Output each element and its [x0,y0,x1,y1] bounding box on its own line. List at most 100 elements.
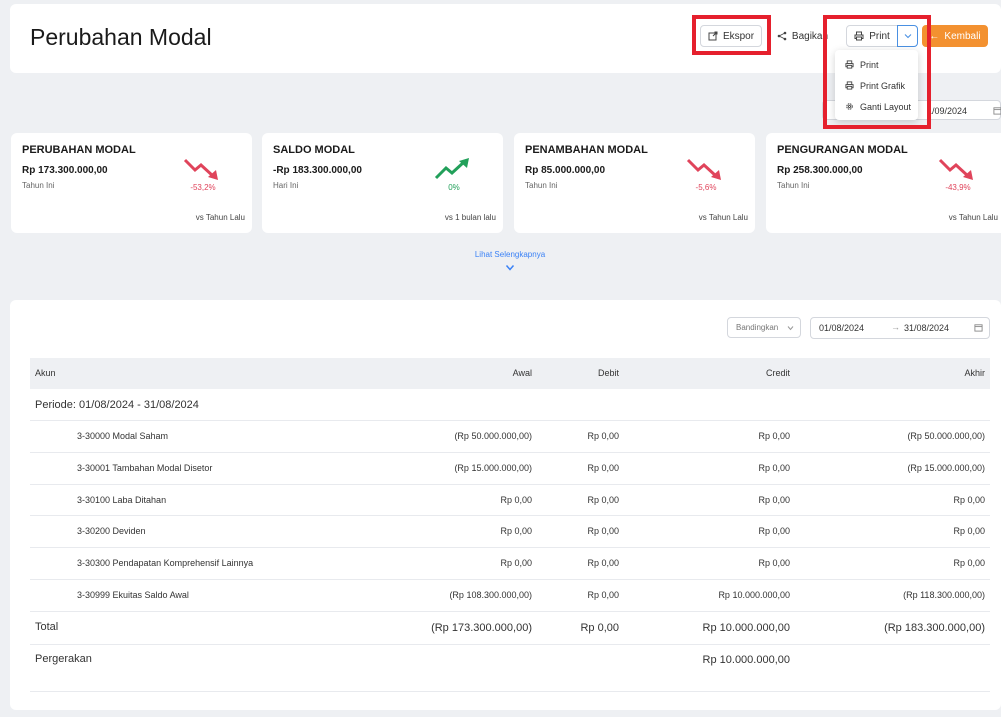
card-title: PENAMBAHAN MODAL [525,144,648,156]
total-row: Total (Rp 173.300.000,00) Rp 0,00 Rp 10.… [30,612,990,645]
printer-icon [845,60,854,69]
account-name[interactable]: 3-30100 Laba Ditahan [77,495,166,505]
page-title: Perubahan Modal [30,24,212,50]
account-name[interactable]: 3-30200 Deviden [77,526,146,536]
cell-akhir: (Rp 118.300.000,00) [903,590,985,600]
cell-credit: Rp 10.000.000,00 [718,590,790,600]
card-value: Rp 258.300.000,00 [777,165,863,176]
cell-akhir: Rp 0,00 [953,558,985,568]
calendar-icon [993,107,1001,115]
cell-awal: (Rp 15.000.000,00) [454,463,532,473]
total-akhir: (Rp 183.300.000,00) [884,622,985,634]
card-compare: vs Tahun Lalu [698,213,748,222]
total-debit: Rp 0,00 [580,622,619,634]
back-button[interactable]: ← Kembali [922,25,988,47]
cell-credit: Rp 0,00 [758,558,790,568]
cell-akhir: Rp 0,00 [953,526,985,536]
share-button[interactable]: Bagikan [769,25,836,47]
card-period: Tahun Ini [22,181,55,190]
date-range-picker[interactable]: 01/08/2024 → 31/08/2024 [810,317,990,339]
account-name[interactable]: 3-30000 Modal Saham [77,431,168,441]
date-to: 31/08/2024 [904,323,950,333]
column-header-credit: Credit [765,368,790,378]
trend-up-icon [434,158,469,180]
movement-credit: Rp 10.000.000,00 [702,654,790,666]
printer-icon [854,31,864,41]
summary-card-penambahan-modal: PENAMBAHAN MODAL Rp 85.000.000,00 Tahun … [514,133,755,233]
account-name[interactable]: 3-30300 Pendapatan Komprehensif Lainnya [77,558,253,568]
back-label: Kembali [944,30,981,42]
summary-card-pengurangan-modal: PENGURANGAN MODAL Rp 258.300.000,00 Tahu… [766,133,1001,233]
cell-debit: Rp 0,00 [587,526,619,536]
table-row: 3-30999 Ekuitas Saldo Awal (Rp 108.300.0… [30,580,990,612]
total-label: Total [35,621,59,633]
cell-awal: (Rp 50.000.000,00) [454,431,532,441]
export-icon [708,31,718,41]
see-more-link[interactable]: Lihat Selengkapnya [450,250,570,259]
chevron-down-icon [904,34,911,39]
movement-row: Pergerakan Rp 10.000.000,00 [30,645,990,692]
card-period: Tahun Ini [525,181,558,190]
period-label: Periode: 01/08/2024 - 31/08/2024 [35,399,199,411]
summary-card-perubahan-modal: PERUBAHAN MODAL Rp 173.300.000,00 Tahun … [11,133,252,233]
chevron-down-icon[interactable] [505,264,515,272]
movement-label: Pergerakan [35,653,92,665]
card-compare: vs Tahun Lalu [195,213,245,222]
table-row: 3-30200 Deviden Rp 0,00 Rp 0,00 Rp 0,00 … [30,516,990,548]
menu-item-print-chart[interactable]: Print Grafik [835,75,918,96]
card-title: PENGURANGAN MODAL [777,144,908,156]
menu-item-label: Print Grafik [860,80,906,91]
card-value: Rp 173.300.000,00 [22,165,108,176]
print-dropdown-toggle[interactable] [897,25,918,47]
table-row: 3-30001 Tambahan Modal Disetor (Rp 15.00… [30,453,990,485]
print-label: Print [869,30,890,42]
card-value: Rp 85.000.000,00 [525,165,606,176]
cell-credit: Rp 0,00 [758,526,790,536]
printer-icon [845,81,854,90]
report-date-value: 1/09/2024 [927,106,968,116]
cell-debit: Rp 0,00 [587,463,619,473]
card-title: PERUBAHAN MODAL [22,144,136,156]
compare-placeholder: Bandingkan [736,323,779,332]
period-row: Periode: 01/08/2024 - 31/08/2024 [30,389,990,421]
card-change: -53,2% [190,183,216,192]
export-label: Ekspor [722,30,755,42]
table-row: 3-30300 Pendapatan Komprehensif Lainnya … [30,548,990,580]
cell-credit: Rp 0,00 [758,495,790,505]
calendar-icon [974,324,983,332]
arrow-left-icon: ← [929,30,940,42]
column-header-akhir: Akhir [964,368,985,378]
cell-awal: Rp 0,00 [500,495,532,505]
menu-item-label: Print [860,59,879,70]
cell-awal: (Rp 108.300.000,00) [449,590,532,600]
card-change: -43,9% [945,183,971,192]
menu-item-change-layout[interactable]: Ganti Layout [835,96,918,117]
share-label: Bagikan [791,30,829,42]
column-header-debit: Debit [597,368,619,378]
card-change: -5,6% [695,183,717,192]
menu-item-print[interactable]: Print [835,54,918,75]
table-header: Akun Awal Debit Credit Akhir [30,358,990,389]
card-compare: vs 1 bulan lalu [444,213,496,222]
gear-icon [846,103,853,110]
account-name[interactable]: 3-30001 Tambahan Modal Disetor [77,463,212,473]
chevron-down-icon [787,326,794,331]
card-period: Tahun Ini [777,181,810,190]
column-header-awal: Awal [512,368,532,378]
account-name[interactable]: 3-30999 Ekuitas Saldo Awal [77,590,189,600]
arrow-right-icon: → [891,322,900,332]
total-awal: (Rp 173.300.000,00) [431,622,532,634]
column-header-account: Akun [35,368,56,378]
total-credit: Rp 10.000.000,00 [702,622,790,634]
table-row: 3-30000 Modal Saham (Rp 50.000.000,00) R… [30,421,990,453]
export-button[interactable]: Ekspor [700,25,762,47]
compare-select[interactable]: Bandingkan [727,317,801,338]
card-title: SALDO MODAL [273,144,355,156]
print-button[interactable]: Print [846,25,898,47]
menu-item-label: Ganti Layout [860,101,912,112]
cell-debit: Rp 0,00 [587,495,619,505]
cell-awal: Rp 0,00 [500,526,532,536]
trend-down-icon [938,158,973,180]
date-from: 01/08/2024 [819,323,865,333]
cell-credit: Rp 0,00 [758,463,790,473]
